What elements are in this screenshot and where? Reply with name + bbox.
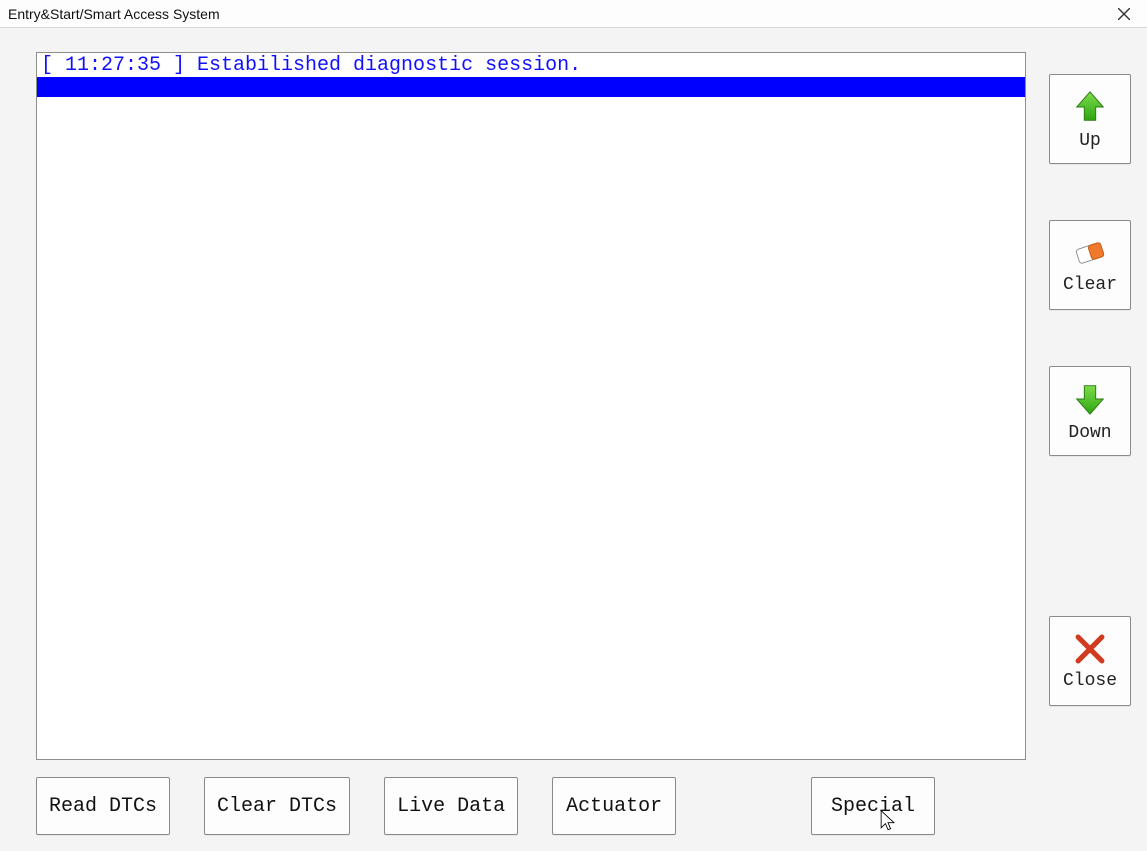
- console-line: [ 11:27:35 ] Estabilished diagnostic ses…: [37, 53, 1025, 77]
- close-button[interactable]: Close: [1049, 616, 1131, 706]
- special-label: Special: [831, 795, 915, 818]
- up-button-label: Up: [1079, 132, 1101, 150]
- clear-button[interactable]: Clear: [1049, 220, 1131, 310]
- arrow-up-icon: [1071, 88, 1109, 126]
- up-button[interactable]: Up: [1049, 74, 1131, 164]
- window-close-button[interactable]: [1101, 0, 1147, 28]
- window-title: Entry&Start/Smart Access System: [8, 6, 220, 22]
- side-button-rail: Up Clear Down: [1049, 74, 1135, 706]
- down-button[interactable]: Down: [1049, 366, 1131, 456]
- close-icon: [1118, 8, 1130, 20]
- clear-dtcs-button[interactable]: Clear DTCs: [204, 777, 350, 835]
- live-data-label: Live Data: [397, 795, 505, 818]
- diagnostic-console[interactable]: [ 11:27:35 ] Estabilished diagnostic ses…: [36, 52, 1026, 760]
- actuator-button[interactable]: Actuator: [552, 777, 676, 835]
- client-area: [ 11:27:35 ] Estabilished diagnostic ses…: [0, 28, 1147, 851]
- bottom-button-bar: Read DTCs Clear DTCs Live Data Actuator …: [36, 777, 1135, 835]
- console-selection-bar: [37, 77, 1025, 97]
- read-dtcs-button[interactable]: Read DTCs: [36, 777, 170, 835]
- titlebar: Entry&Start/Smart Access System: [0, 0, 1147, 28]
- down-button-label: Down: [1068, 424, 1111, 442]
- read-dtcs-label: Read DTCs: [49, 795, 157, 818]
- x-icon: [1073, 632, 1107, 666]
- close-button-label: Close: [1063, 672, 1117, 690]
- live-data-button[interactable]: Live Data: [384, 777, 518, 835]
- clear-button-label: Clear: [1063, 276, 1117, 294]
- actuator-label: Actuator: [566, 795, 662, 818]
- clear-dtcs-label: Clear DTCs: [217, 795, 337, 818]
- special-button[interactable]: Special: [811, 777, 935, 835]
- arrow-down-icon: [1071, 380, 1109, 418]
- eraser-icon: [1070, 236, 1110, 270]
